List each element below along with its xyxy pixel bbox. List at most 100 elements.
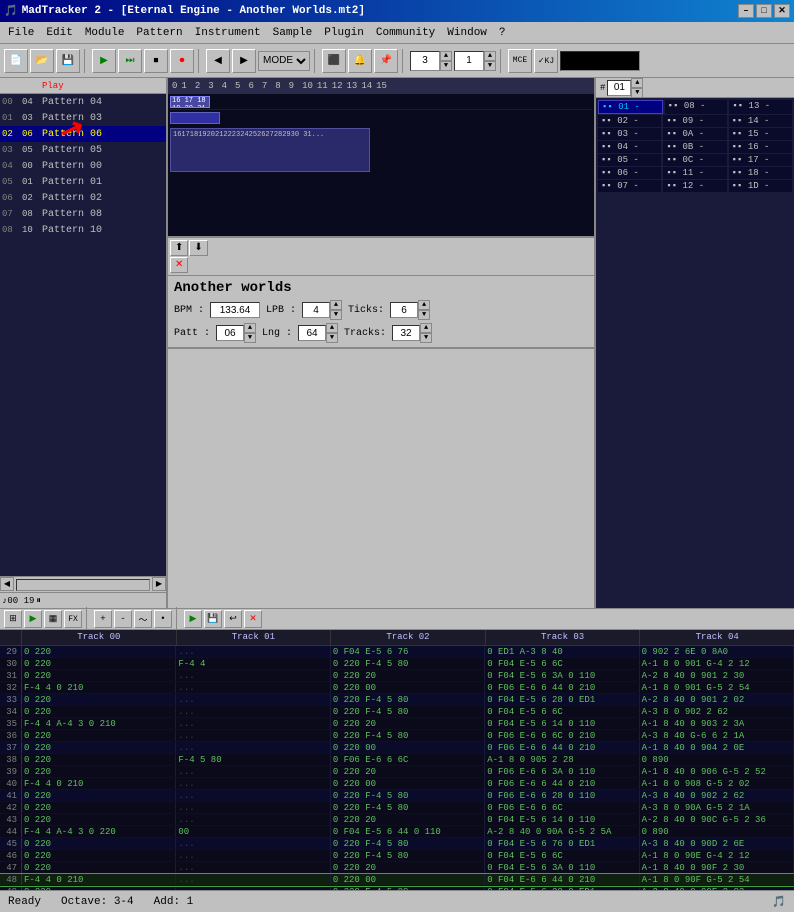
pattern-cell[interactable]: A-1 8 0 908 G-5 2 02 xyxy=(640,778,794,789)
scroll-right-btn[interactable]: ▶ xyxy=(152,577,166,591)
pattern-cell[interactable]: ... xyxy=(176,850,330,861)
pe-btn-grid[interactable]: ⊞ xyxy=(4,610,22,628)
pe-btn-save[interactable]: 💾 xyxy=(204,610,222,628)
pattern-cell[interactable]: 0 220 xyxy=(22,850,176,861)
lpb-input[interactable] xyxy=(302,302,330,318)
pattern-cell[interactable]: 0 220 20 xyxy=(331,670,485,681)
song-block-0[interactable]: 16 17 18 19 20 21 22 23 24 25 26 27 28 2… xyxy=(170,96,210,108)
pattern-cell[interactable]: 0 220 F-4 5 80 xyxy=(331,790,485,801)
pattern-cell[interactable]: 0 890 xyxy=(640,754,794,765)
pattern-editor[interactable]: Track 00 Track 01 Track 02 Track 03 Trac… xyxy=(0,630,794,890)
extra-input[interactable] xyxy=(560,51,640,71)
pattern-cell[interactable]: 0 220 00 xyxy=(331,874,485,885)
pattern-cell[interactable]: 0 220 20 xyxy=(331,718,485,729)
patt-up[interactable]: ▲ xyxy=(244,323,256,333)
menu-pattern[interactable]: Pattern xyxy=(130,25,188,41)
pattern-cell[interactable]: A-1 8 0 90E G-4 2 12 xyxy=(640,850,794,861)
menu-community[interactable]: Community xyxy=(370,25,441,41)
pattern-cell[interactable]: 0 220 F-4 5 80 xyxy=(331,730,485,741)
pattern-cell[interactable]: 0 F04 E-5 6 28 0 ED1 xyxy=(485,886,639,890)
pattern-cell[interactable]: A-2 8 40 0 90E 2 02 xyxy=(640,886,794,890)
record-button[interactable]: ⏺ xyxy=(170,49,194,73)
pattern-cell[interactable]: 0 220 xyxy=(22,802,176,813)
inst-num-input[interactable] xyxy=(607,80,631,96)
add-pattern-btn[interactable]: ⬆ xyxy=(170,240,188,256)
pattern-cell[interactable]: A-2 8 40 0 90C G-5 2 36 xyxy=(640,814,794,825)
kj-btn[interactable]: ✓KJ xyxy=(534,49,558,73)
pattern-item-2[interactable]: 02 06 Pattern 06 xyxy=(0,126,166,142)
scroll-left-btn[interactable]: ◀ xyxy=(0,577,14,591)
pattern-cell[interactable]: ... xyxy=(176,670,330,681)
pattern-cell[interactable]: A-3 8 40 G-6 6 2 1A xyxy=(640,730,794,741)
pattern-cell[interactable]: F-4 4 xyxy=(176,658,330,669)
menu-instrument[interactable]: Instrument xyxy=(189,25,267,41)
remove-pattern-btn[interactable]: ⬇ xyxy=(189,240,207,256)
pattern-cell[interactable]: F-4 4 A-4 3 0 220 xyxy=(22,826,176,837)
save-button[interactable]: 💾 xyxy=(56,49,80,73)
patt-down[interactable]: ▼ xyxy=(244,333,256,343)
pattern-cell[interactable]: 0 F06 E-6 6 44 0 210 xyxy=(485,682,639,693)
pattern-cell[interactable]: ... xyxy=(176,766,330,777)
minimize-button[interactable]: – xyxy=(738,4,754,18)
pattern-cell[interactable]: 0 902 2 6E 0 8A0 xyxy=(640,646,794,657)
inst-item-01[interactable]: ▪▪ 01 - xyxy=(598,100,663,114)
ticks-input[interactable] xyxy=(390,302,418,318)
menu-plugin[interactable]: Plugin xyxy=(318,25,370,41)
pattern-cell[interactable]: 0 F04 E-5 6 44 0 110 xyxy=(331,826,485,837)
pattern-cell[interactable]: 0 220 xyxy=(22,646,176,657)
pattern-cell[interactable]: F-4 4 0 210 xyxy=(22,778,176,789)
pattern-cell[interactable]: 0 220 00 xyxy=(331,682,485,693)
menu-file[interactable]: File xyxy=(2,25,40,41)
inst-item-16[interactable]: ▪▪ 16 - xyxy=(729,141,792,153)
inst-item-03[interactable]: ▪▪ 03 - xyxy=(598,128,661,140)
pattern-cell[interactable]: A-1 8 40 0 904 2 0E xyxy=(640,742,794,753)
pattern-cell[interactable]: F-4 4 0 210 xyxy=(22,682,176,693)
pattern-cell[interactable]: ... xyxy=(176,862,330,873)
pattern-cell[interactable]: 0 220 xyxy=(22,742,176,753)
pattern-cell[interactable]: 0 F04 E-5 6 3A 0 110 xyxy=(485,670,639,681)
pe-btn-play[interactable]: ▶ xyxy=(24,610,42,628)
pattern-cell[interactable]: 0 220 xyxy=(22,658,176,669)
song-tracks[interactable]: 16 17 18 19 20 21 22 23 24 25 26 27 28 2… xyxy=(168,94,594,236)
menu-help[interactable]: ? xyxy=(493,25,512,41)
pattern-cell[interactable]: 0 220 F-4 5 80 xyxy=(331,850,485,861)
pattern-cell[interactable]: 0 220 xyxy=(22,814,176,825)
pattern-cell[interactable]: 0 F06 E-6 6 28 0 110 xyxy=(485,790,639,801)
pattern-cell[interactable]: ... xyxy=(176,706,330,717)
inst-item-05[interactable]: ▪▪ 05 - xyxy=(598,154,661,166)
pattern-cell[interactable]: 0 890 xyxy=(640,826,794,837)
pattern-cell[interactable]: 0 F04 E-5 6 76 0 ED1 xyxy=(485,838,639,849)
lng-up[interactable]: ▲ xyxy=(326,323,338,333)
inst-down[interactable]: ▼ xyxy=(631,88,643,98)
inst-item-0a[interactable]: ▪▪ 0A - xyxy=(663,128,726,140)
pattern-cell[interactable]: 0 220 F-4 5 80 xyxy=(331,694,485,705)
channel-up[interactable]: ▲ xyxy=(440,51,452,61)
btn-x[interactable]: ✕ xyxy=(170,257,188,273)
tracks-up[interactable]: ▲ xyxy=(420,323,432,333)
pe-btn-zoom-in[interactable]: + xyxy=(94,610,112,628)
pattern-cell[interactable]: F-4 5 80 xyxy=(176,754,330,765)
inst-item-07[interactable]: ▪▪ 07 - xyxy=(598,180,661,192)
pattern-cell[interactable]: A-3 8 40 0 90D 2 6E xyxy=(640,838,794,849)
inst-item-02[interactable]: ▪▪ 02 - xyxy=(598,115,661,127)
pe-btn-close[interactable]: ✕ xyxy=(244,610,262,628)
pattern-cell[interactable]: 0 220 F-4 5 80 xyxy=(331,658,485,669)
menu-window[interactable]: Window xyxy=(441,25,493,41)
pe-btn-zoom-out[interactable]: - xyxy=(114,610,132,628)
pattern-cell[interactable]: A-1 8 40 0 90F 2 30 xyxy=(640,862,794,873)
pattern-cell[interactable]: 0 220 F-4 5 80 xyxy=(331,706,485,717)
pattern-cell[interactable]: A-1 8 0 901 G-5 2 54 xyxy=(640,682,794,693)
pattern-item-6[interactable]: 06 02 Pattern 02 xyxy=(0,190,166,206)
pattern-cell[interactable]: 0 220 xyxy=(22,862,176,873)
pattern-cell[interactable]: A-1 8 40 0 906 G-5 2 52 xyxy=(640,766,794,777)
inst-item-18[interactable]: ▪▪ 18 - xyxy=(729,167,792,179)
lpb-down[interactable]: ▼ xyxy=(330,310,342,320)
pattern-cell[interactable]: 0 F04 E-5 6 6C xyxy=(485,850,639,861)
pattern-cell[interactable]: ... xyxy=(176,646,330,657)
lpb-up[interactable]: ▲ xyxy=(330,300,342,310)
pattern-cell[interactable]: 0 F06 E-6 6 6C xyxy=(331,754,485,765)
value-spin[interactable]: 1 ▲ ▼ xyxy=(454,51,496,71)
pattern-cell[interactable]: A-1 8 0 90F G-5 2 54 xyxy=(640,874,794,885)
inst-item-0c[interactable]: ▪▪ 0C - xyxy=(663,154,726,166)
pattern-cell[interactable]: A-1 8 40 0 903 2 3A xyxy=(640,718,794,729)
